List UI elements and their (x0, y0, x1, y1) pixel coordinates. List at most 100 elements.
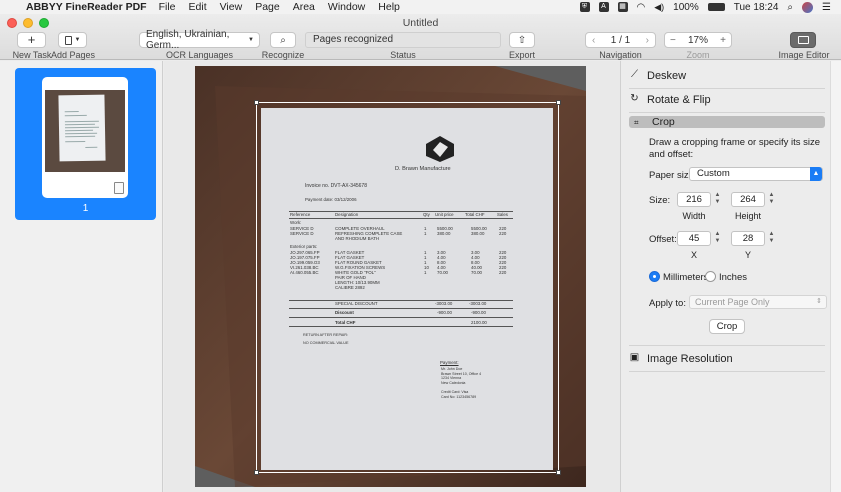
wifi-icon[interactable]: ◠ (637, 2, 646, 13)
menu-page[interactable]: Page (255, 1, 280, 13)
notification-center-icon[interactable]: ☰ (822, 2, 831, 13)
app-menu[interactable]: ABBYY FineReader PDF (26, 1, 147, 13)
apply-to-value: Current Page Only (695, 297, 770, 307)
crop-button[interactable]: Crop (709, 319, 745, 334)
zoom-label: Zoom (686, 50, 710, 60)
crop-handle-bottom-right[interactable] (556, 470, 561, 475)
page-thumbnail[interactable]: 1 (15, 68, 156, 220)
apply-to-select: Current Page Only ⇕ (689, 295, 827, 309)
image-editor-pane: ⟋ Deskew ↻ Rotate & Flip ⌗ Crop Draw a c… (620, 61, 830, 492)
shield-icon[interactable]: ⛨ (579, 2, 590, 12)
crop-handle-top-left[interactable] (254, 100, 259, 105)
menu-view[interactable]: View (220, 1, 243, 13)
deskew-label: Deskew (647, 70, 687, 82)
chevron-down-icon: ▼ (74, 37, 81, 43)
new-task-label: New Task (12, 50, 52, 60)
search-icon[interactable]: ⌕ (787, 2, 793, 13)
offset-y-input[interactable]: 28 (731, 231, 765, 246)
status-field: Pages recognized (305, 32, 501, 48)
width-input[interactable]: 216 (677, 192, 711, 207)
plus-icon: + (27, 32, 36, 47)
height-input[interactable]: 264 (731, 192, 765, 207)
pages-pane: 1 (0, 61, 163, 492)
clock[interactable]: Tue 18:24 (734, 2, 779, 13)
offset-y-stepper[interactable]: ▲ ▼ (767, 231, 776, 246)
add-pages-label: Add Pages (50, 50, 96, 60)
recognize-button[interactable]: ⌕ (270, 32, 296, 48)
recognize-icon: ⌕ (280, 34, 286, 46)
battery-icon[interactable] (707, 3, 725, 11)
siri-icon[interactable] (802, 1, 814, 13)
menu-file[interactable]: File (159, 1, 176, 13)
menu-area[interactable]: Area (293, 1, 315, 13)
battery-percent[interactable]: 100% (673, 2, 699, 13)
offset-x-stepper[interactable]: ▲ ▼ (713, 231, 722, 246)
menu-window[interactable]: Window (328, 1, 365, 13)
window-title: Untitled (402, 17, 439, 29)
new-task-button[interactable]: + (17, 32, 46, 48)
page-navigator[interactable]: ‹ 1 / 1 › (585, 32, 656, 48)
deskew-icon: ⟋ (631, 69, 638, 80)
crop-description: Draw a cropping frame or specify its siz… (649, 137, 821, 160)
image-editor-icon (797, 36, 809, 44)
offset-label: Offset: (649, 234, 677, 245)
window-toolbar: Untitled + New Task ▼ Add Pages English,… (0, 14, 841, 60)
chevron-down-icon: ▼ (248, 37, 254, 43)
height-label: Height (734, 211, 761, 221)
status-label: Status (390, 50, 416, 60)
select-arrows-icon: ▲ (810, 167, 822, 181)
page-counter: 1 / 1 (610, 34, 631, 46)
height-stepper[interactable]: ▲ ▼ (767, 192, 776, 207)
scrollbar[interactable] (830, 61, 841, 492)
offset-x-input[interactable]: 45 (677, 231, 711, 246)
width-stepper[interactable]: ▲ ▼ (713, 192, 722, 207)
millimeters-label[interactable]: Millimeters (663, 272, 708, 283)
paper-size-select[interactable]: Custom ▲ (689, 167, 823, 181)
millimeters-radio[interactable] (649, 271, 660, 282)
inches-label[interactable]: Inches (719, 272, 747, 283)
recognize-label: Recognize (261, 50, 305, 60)
image-editor-button[interactable] (790, 32, 816, 48)
input-source-icon[interactable]: A (598, 2, 609, 12)
inches-radio[interactable] (705, 271, 716, 282)
y-label: Y (744, 250, 751, 260)
crop-section-header[interactable]: ⌗ Crop (629, 116, 825, 128)
apply-to-label: Apply to: (649, 298, 686, 309)
paper-size-value: Custom (697, 168, 730, 179)
zoom-in-button[interactable]: + (720, 35, 726, 46)
select-arrows-icon: ⇕ (816, 298, 822, 305)
image-editor-label: Image Editor (778, 50, 830, 60)
zoom-out-button[interactable]: − (670, 35, 676, 46)
export-button[interactable]: ⇧ (509, 32, 535, 48)
scanned-image[interactable]: D. Brawn Manufacture Invoice no. DVT-AX-… (195, 66, 586, 487)
crop-label: Crop (652, 116, 675, 128)
size-label: Size: (649, 195, 671, 206)
crop-icon: ⌗ (634, 117, 639, 127)
menu-help[interactable]: Help (378, 1, 400, 13)
menu-edit[interactable]: Edit (189, 1, 207, 13)
zoom-control[interactable]: − 17% + (664, 32, 732, 48)
page-thumbnail-image (42, 77, 128, 198)
ocr-languages-select[interactable]: English, Ukrainian, Germ... ▼ (139, 29, 260, 51)
rotate-flip-label: Rotate & Flip (647, 94, 711, 106)
image-resolution-label: Image Resolution (647, 353, 733, 365)
add-pages-button[interactable]: ▼ (58, 32, 87, 48)
rotate-icon: ↻ (630, 93, 639, 104)
volume-icon[interactable]: ◀) (654, 2, 664, 13)
zoom-value: 17% (687, 34, 708, 46)
image-resolution-section[interactable]: ▣ Image Resolution (629, 352, 733, 366)
crop-frame[interactable] (254, 100, 561, 475)
document-icon (114, 182, 124, 194)
width-label: Width (682, 211, 706, 221)
keyboard-icon[interactable]: ▦ (617, 2, 628, 12)
rotate-flip-section[interactable]: ↻ Rotate & Flip (629, 93, 711, 107)
resolution-icon: ▣ (629, 352, 640, 363)
crop-handle-bottom-left[interactable] (254, 470, 259, 475)
previous-page-button[interactable]: ‹ (592, 35, 595, 46)
crop-handle-top-right[interactable] (556, 100, 561, 105)
add-page-icon (64, 35, 72, 45)
deskew-section[interactable]: ⟋ Deskew (629, 69, 686, 83)
ocr-languages-label: OCR Languages (165, 50, 234, 60)
x-label: X (690, 250, 697, 260)
next-page-button[interactable]: › (646, 35, 649, 46)
